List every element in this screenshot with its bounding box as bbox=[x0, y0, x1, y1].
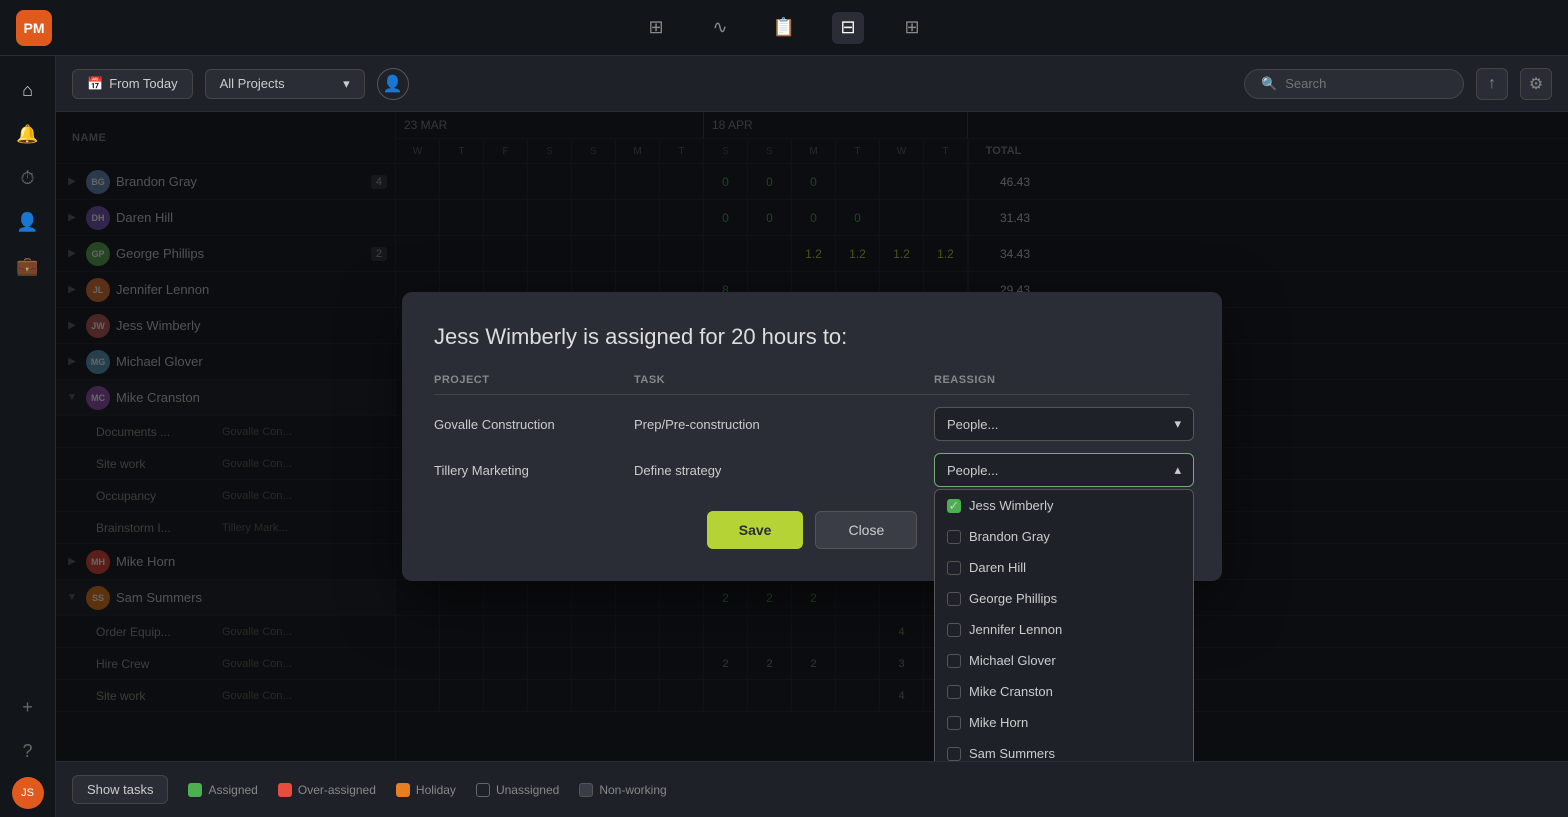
sidebar-alerts-icon[interactable]: 🔔 bbox=[10, 116, 46, 152]
dropdown-item-label: Brandon Gray bbox=[969, 529, 1050, 544]
modal-task-header: TASK bbox=[634, 374, 934, 386]
modal-project-header: PROJECT bbox=[434, 374, 634, 386]
overassigned-legend-dot bbox=[278, 783, 292, 797]
legend-holiday: Holiday bbox=[396, 783, 456, 797]
chevron-up-icon: ▴ bbox=[1174, 462, 1181, 478]
schedule-container: NAME ▶ BG Brandon Gray 4 ▶ DH Daren Hill bbox=[56, 112, 1568, 761]
dropdown-item-mike-c[interactable]: Mike Cranston bbox=[935, 676, 1193, 707]
search-input[interactable] bbox=[1285, 76, 1445, 91]
checkbox-brandon[interactable] bbox=[947, 530, 961, 544]
sidebar-add-icon[interactable]: + bbox=[10, 689, 46, 725]
top-nav: PM ⊞ ∿ 📋 ⊟ ⊞ bbox=[0, 0, 1568, 56]
people-select-label: People... bbox=[947, 463, 998, 478]
modal-table-header: PROJECT TASK REASSIGN bbox=[434, 374, 1190, 395]
people-select-label: People... bbox=[947, 417, 998, 432]
search-icon: 🔍 bbox=[1261, 76, 1277, 92]
nav-icon-chart[interactable]: ∿ bbox=[704, 12, 736, 44]
legend-assigned: Assigned bbox=[188, 783, 257, 797]
modal-people-select-2[interactable]: People... ▴ bbox=[934, 453, 1194, 487]
nav-icon-clipboard[interactable]: 📋 bbox=[768, 12, 800, 44]
modal-task-name: Define strategy bbox=[634, 463, 934, 478]
nonworking-legend-dot bbox=[579, 783, 593, 797]
calendar-icon: 📅 bbox=[87, 76, 103, 92]
dropdown-item-label: George Phillips bbox=[969, 591, 1057, 606]
toolbar: 📅 From Today All Projects ▾ 👤 🔍 ↑ ⚙ bbox=[56, 56, 1568, 112]
dropdown-item-label: Jennifer Lennon bbox=[969, 622, 1062, 637]
chevron-down-icon: ▾ bbox=[343, 76, 350, 92]
dropdown-item-michael[interactable]: Michael Glover bbox=[935, 645, 1193, 676]
unassigned-label: Unassigned bbox=[496, 783, 559, 797]
sidebar-help-icon[interactable]: ? bbox=[10, 733, 46, 769]
checkbox-jennifer[interactable] bbox=[947, 623, 961, 637]
sidebar-briefcase-icon[interactable]: 💼 bbox=[10, 248, 46, 284]
dropdown-item-label: Michael Glover bbox=[969, 653, 1056, 668]
dropdown-item-sam[interactable]: Sam Summers bbox=[935, 738, 1193, 761]
all-projects-label: All Projects bbox=[220, 76, 285, 91]
checkbox-sam[interactable] bbox=[947, 747, 961, 761]
modal-title: Jess Wimberly is assigned for 20 hours t… bbox=[434, 324, 1190, 350]
nav-icon-scan[interactable]: ⊞ bbox=[640, 12, 672, 44]
chevron-down-icon: ▾ bbox=[1174, 416, 1181, 432]
modal-task-name: Prep/Pre-construction bbox=[634, 417, 934, 432]
modal-overlay: Jess Wimberly is assigned for 20 hours t… bbox=[56, 112, 1568, 761]
dropdown-item-label: Mike Cranston bbox=[969, 684, 1053, 699]
show-tasks-button[interactable]: Show tasks bbox=[72, 775, 168, 804]
sidebar-home-icon[interactable]: ⌂ bbox=[10, 72, 46, 108]
app-logo[interactable]: PM bbox=[16, 10, 52, 46]
modal-assignment-row: Govalle Construction Prep/Pre-constructi… bbox=[434, 407, 1190, 441]
assigned-label: Assigned bbox=[208, 783, 257, 797]
save-button[interactable]: Save bbox=[707, 511, 804, 549]
legend-overassigned: Over-assigned bbox=[278, 783, 376, 797]
modal-assignment-row: Tillery Marketing Define strategy People… bbox=[434, 453, 1190, 487]
checkbox-mike-c[interactable] bbox=[947, 685, 961, 699]
assignment-modal: Jess Wimberly is assigned for 20 hours t… bbox=[402, 292, 1222, 581]
nav-icon-diagram[interactable]: ⊞ bbox=[896, 12, 928, 44]
nav-icon-link[interactable]: ⊟ bbox=[832, 12, 864, 44]
legend-nonworking: Non-working bbox=[579, 783, 666, 797]
holiday-legend-dot bbox=[396, 783, 410, 797]
holiday-label: Holiday bbox=[416, 783, 456, 797]
checkbox-michael[interactable] bbox=[947, 654, 961, 668]
overassigned-label: Over-assigned bbox=[298, 783, 376, 797]
close-button[interactable]: Close bbox=[815, 511, 917, 549]
dropdown-item-mike-h[interactable]: Mike Horn bbox=[935, 707, 1193, 738]
dropdown-item-brandon[interactable]: Brandon Gray bbox=[935, 521, 1193, 552]
assigned-legend-dot bbox=[188, 783, 202, 797]
modal-project-name: Govalle Construction bbox=[434, 417, 634, 432]
people-dropdown-list: ✓ Jess Wimberly Brandon Gray Daren Hill bbox=[934, 489, 1194, 761]
sidebar-icons: ⌂ 🔔 ⏱ 👤 💼 + ? JS bbox=[0, 56, 56, 817]
dropdown-item-label: Mike Horn bbox=[969, 715, 1028, 730]
from-today-button[interactable]: 📅 From Today bbox=[72, 69, 193, 99]
user-filter-button[interactable]: 👤 bbox=[377, 68, 409, 100]
sidebar-people-icon[interactable]: 👤 bbox=[10, 204, 46, 240]
checkbox-mike-h[interactable] bbox=[947, 716, 961, 730]
search-box[interactable]: 🔍 bbox=[1244, 69, 1464, 99]
footer: Show tasks Assigned Over-assigned Holida… bbox=[56, 761, 1568, 817]
legend-unassigned: Unassigned bbox=[476, 783, 559, 797]
modal-people-select-1[interactable]: People... ▾ bbox=[934, 407, 1194, 441]
settings-button[interactable]: ⚙ bbox=[1520, 68, 1552, 100]
modal-reassign-header: REASSIGN bbox=[934, 374, 1194, 386]
from-today-label: From Today bbox=[109, 76, 177, 91]
dropdown-item-daren[interactable]: Daren Hill bbox=[935, 552, 1193, 583]
sidebar-time-icon[interactable]: ⏱ bbox=[10, 160, 46, 196]
all-projects-select[interactable]: All Projects ▾ bbox=[205, 69, 365, 99]
nonworking-label: Non-working bbox=[599, 783, 666, 797]
dropdown-item-label: Sam Summers bbox=[969, 746, 1055, 761]
checkbox-daren[interactable] bbox=[947, 561, 961, 575]
dropdown-item-george[interactable]: George Phillips bbox=[935, 583, 1193, 614]
dropdown-wrapper: People... ▴ ✓ Jess Wimberly Br bbox=[934, 453, 1194, 487]
checkbox-george[interactable] bbox=[947, 592, 961, 606]
unassigned-legend-dot bbox=[476, 783, 490, 797]
dropdown-item-jennifer[interactable]: Jennifer Lennon bbox=[935, 614, 1193, 645]
sidebar-avatar-icon[interactable]: JS bbox=[12, 777, 44, 809]
export-button[interactable]: ↑ bbox=[1476, 68, 1508, 100]
dropdown-item-label: Daren Hill bbox=[969, 560, 1026, 575]
checkbox-jess[interactable]: ✓ bbox=[947, 499, 961, 513]
dropdown-item-label: Jess Wimberly bbox=[969, 498, 1054, 513]
dropdown-item-jess[interactable]: ✓ Jess Wimberly bbox=[935, 490, 1193, 521]
modal-project-name: Tillery Marketing bbox=[434, 463, 634, 478]
